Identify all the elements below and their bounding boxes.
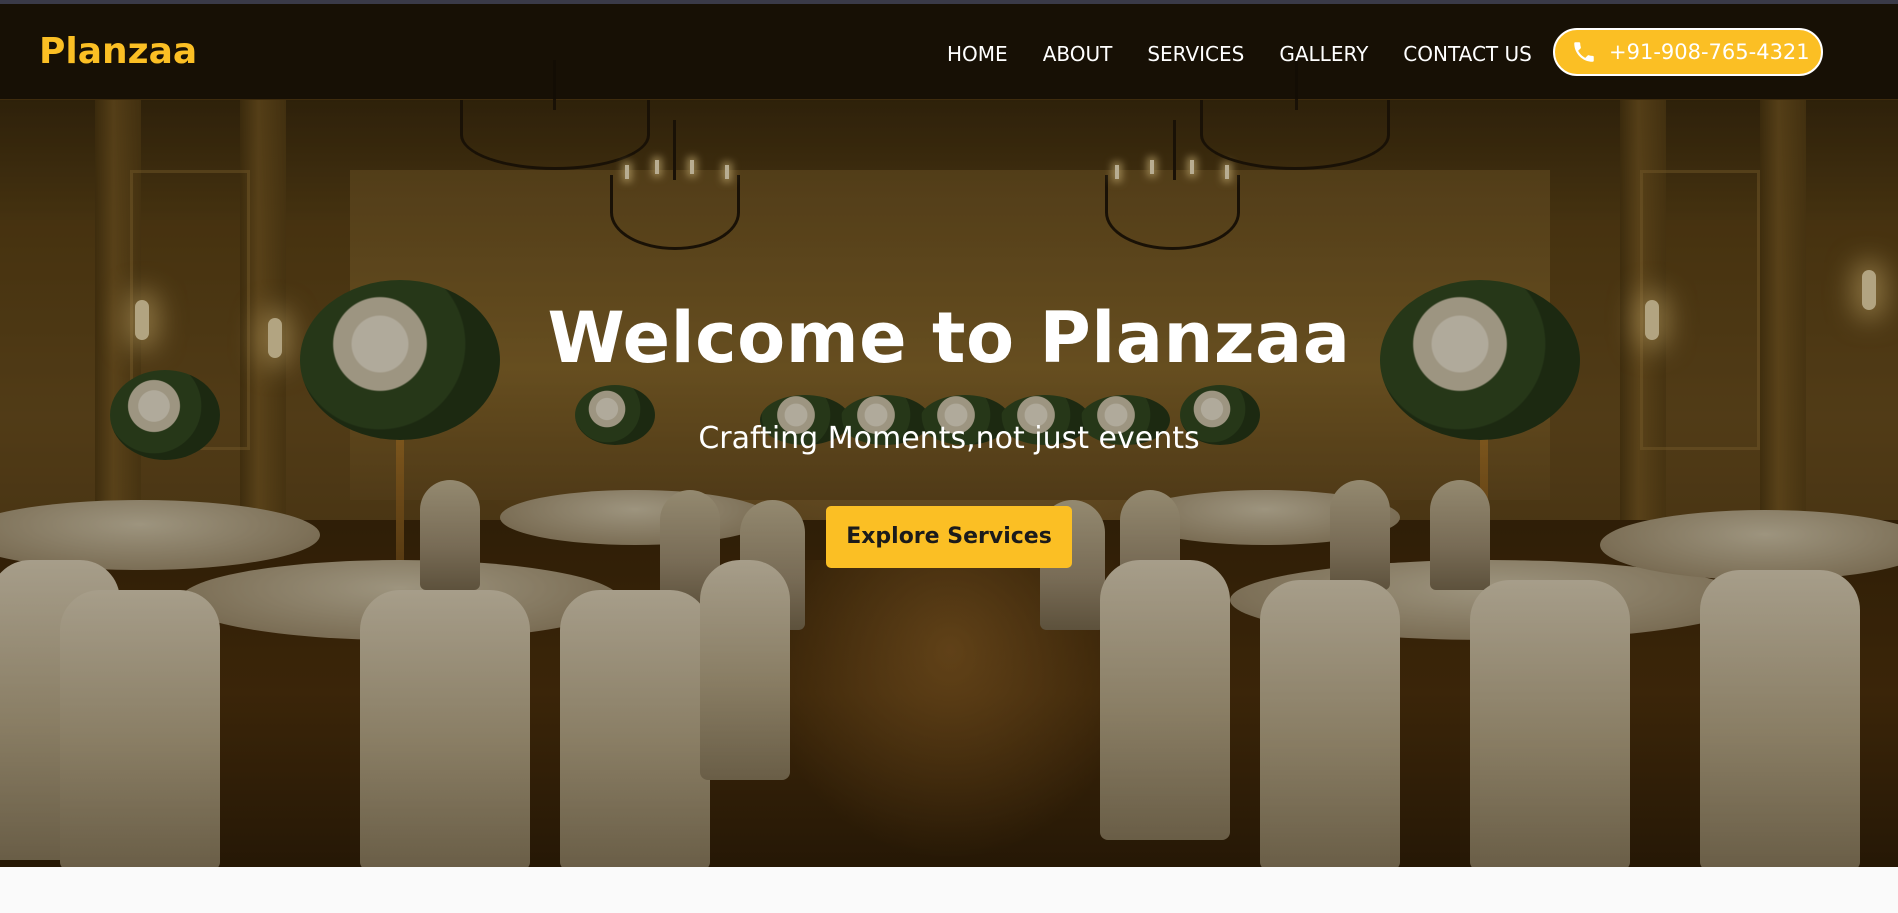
window-top-strip: [0, 0, 1898, 4]
nav-links: HOME ABOUT SERVICES GALLERY CONTACT US: [947, 42, 1567, 66]
hero-content: Welcome to Planzaa Crafting Moments,not …: [0, 300, 1898, 568]
nav-link-services[interactable]: SERVICES: [1147, 42, 1244, 66]
explore-services-button[interactable]: Explore Services: [826, 506, 1072, 568]
hero-section: Welcome to Planzaa Crafting Moments,not …: [0, 0, 1898, 867]
nav-link-about[interactable]: ABOUT: [1043, 42, 1113, 66]
phone-icon: [1571, 39, 1597, 65]
nav-link-gallery[interactable]: GALLERY: [1279, 42, 1368, 66]
navbar: Planzaa HOME ABOUT SERVICES GALLERY CONT…: [0, 4, 1898, 99]
nav-link-contact-us[interactable]: CONTACT US: [1403, 42, 1532, 66]
phone-number: +91-908-765-4321: [1609, 40, 1810, 64]
hero-subtitle: Crafting Moments,not just events: [698, 421, 1200, 456]
phone-button[interactable]: +91-908-765-4321: [1553, 28, 1823, 76]
hero-title: Welcome to Planzaa: [547, 297, 1351, 379]
nav-link-home[interactable]: HOME: [947, 42, 1008, 66]
next-section-edge: [0, 867, 1898, 913]
brand-logo[interactable]: Planzaa: [39, 31, 197, 72]
